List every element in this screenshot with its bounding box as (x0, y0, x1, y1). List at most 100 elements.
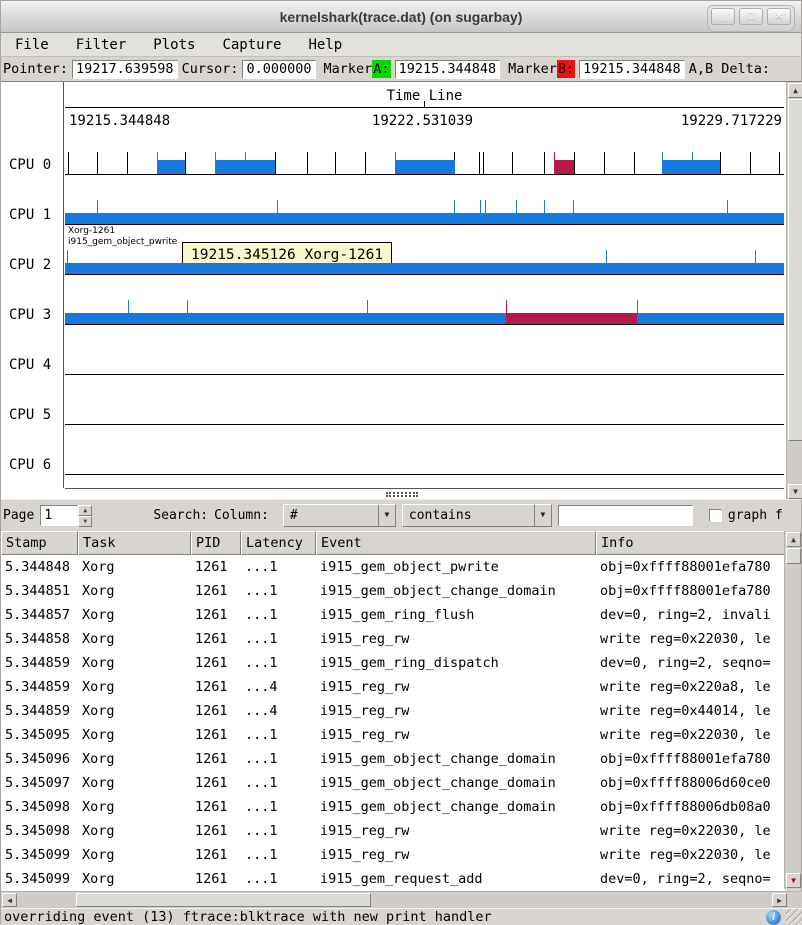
column-select[interactable]: # ▼ (283, 504, 396, 527)
resize-grip-icon[interactable] (786, 909, 802, 925)
event-tick (516, 200, 517, 224)
event-tick (720, 152, 721, 174)
cell: 5.344859 (1, 699, 78, 723)
maximize-button[interactable]: □ (739, 8, 763, 25)
event-tick (483, 152, 484, 174)
page-decrement-icon[interactable]: ▼ (78, 516, 92, 527)
marker-a-value: 19215.344848 (395, 60, 501, 79)
event-tick (307, 152, 308, 174)
cell: write reg=0x22030, le (596, 627, 785, 651)
page-input[interactable]: 1 (40, 505, 78, 526)
graph-vertical-scrollbar[interactable]: ▲ ▼ (786, 82, 802, 500)
chevron-down-icon[interactable]: ▼ (378, 505, 395, 526)
page-spinner[interactable]: 1 ▲ ▼ (40, 505, 92, 526)
table-row[interactable]: 5.345098Xorg1261...1i915_gem_object_chan… (1, 795, 785, 819)
cell: 1261 (191, 627, 241, 651)
table-row[interactable]: 5.345097Xorg1261...1i915_gem_object_chan… (1, 771, 785, 795)
menu-item-capture[interactable]: Capture (218, 36, 285, 54)
search-input[interactable] (558, 505, 693, 526)
cell: 5.345096 (1, 747, 78, 771)
timeline-plot[interactable]: Time Line 19215.344848 19222.531039 1922… (65, 82, 784, 488)
table-scrollbar-thumb[interactable] (786, 548, 801, 564)
event-tick (277, 200, 278, 224)
event-tick (365, 152, 366, 174)
hscrollbar-thumb[interactable] (76, 893, 371, 907)
cell: 5.344859 (1, 651, 78, 675)
menu-item-filter[interactable]: Filter (72, 36, 131, 54)
cell: ...1 (241, 723, 316, 747)
cpu2-event-label: i915_gem_object_pwrite (68, 237, 177, 247)
menu-item-file[interactable]: File (11, 36, 53, 54)
table-row[interactable]: 5.345099Xorg1261...1i915_gem_request_add… (1, 867, 785, 891)
page-increment-icon[interactable]: ▲ (78, 505, 92, 516)
event-bar (65, 313, 784, 324)
event-tick (485, 200, 486, 224)
event-tick (395, 152, 396, 174)
scroll-down-icon[interactable]: ▼ (786, 873, 801, 888)
event-tick (215, 152, 216, 174)
match-select[interactable]: contains ▼ (402, 504, 552, 527)
column-header-pid[interactable]: PID (191, 531, 241, 555)
close-button[interactable]: × (767, 8, 791, 25)
pane-splitter-handle[interactable] (386, 492, 418, 497)
menu-bar: File Filter Plots Capture Help (1, 33, 801, 57)
kernelshark-window: kernelshark(trace.dat) (on sugarbay) _ □… (0, 0, 802, 924)
event-table[interactable]: StampTaskPIDLatencyEventInfo 5.344848Xor… (1, 531, 785, 891)
table-row[interactable]: 5.344859Xorg1261...1i915_gem_ring_dispat… (1, 651, 785, 675)
event-tick (128, 300, 129, 324)
cell: Xorg (78, 819, 191, 843)
table-row[interactable]: 5.344858Xorg1261...1i915_reg_rwwrite reg… (1, 627, 785, 651)
cpu-baseline-3 (65, 324, 784, 325)
table-row[interactable]: 5.345098Xorg1261...1i915_reg_rwwrite reg… (1, 819, 785, 843)
window-controls: _ □ × (707, 5, 795, 32)
scroll-right-icon[interactable]: ▶ (772, 893, 787, 907)
table-row[interactable]: 5.344859Xorg1261...4i915_reg_rwwrite reg… (1, 675, 785, 699)
column-header-stamp[interactable]: Stamp (1, 531, 78, 555)
title-bar[interactable]: kernelshark(trace.dat) (on sugarbay) _ □… (1, 1, 801, 33)
marker-b-badge: B: (557, 60, 575, 78)
cell: i915_reg_rw (316, 819, 596, 843)
scroll-up-icon[interactable]: ▲ (786, 532, 801, 547)
event-tick (97, 200, 98, 224)
cell: ...1 (241, 747, 316, 771)
table-row[interactable]: 5.344851Xorg1261...1i915_gem_object_chan… (1, 579, 785, 603)
table-row[interactable]: 5.344859Xorg1261...4i915_reg_rwwrite reg… (1, 699, 785, 723)
table-row[interactable]: 5.344848Xorg1261...1i915_gem_object_pwri… (1, 555, 785, 579)
search-bar: Page 1 ▲ ▼ Search: Column: # ▼ contains … (1, 499, 801, 531)
cell: 1261 (191, 771, 241, 795)
cpu-baseline-0 (65, 174, 784, 175)
column-header-info[interactable]: Info (596, 531, 785, 555)
scroll-down-icon[interactable]: ▼ (788, 484, 802, 499)
event-tick (662, 152, 663, 174)
scroll-up-icon[interactable]: ▲ (788, 83, 802, 98)
minimize-button[interactable]: _ (711, 8, 735, 25)
cell: 5.345095 (1, 723, 78, 747)
table-row[interactable]: 5.344857Xorg1261...1i915_gem_ring_flushd… (1, 603, 785, 627)
graph-follows-checkbox[interactable] (709, 509, 722, 522)
delta-label: A,B Delta: (689, 61, 770, 77)
chevron-down-icon[interactable]: ▼ (534, 505, 551, 526)
cpu-label-3: CPU 3 (9, 307, 51, 323)
graph-scrollbar-thumb[interactable] (788, 99, 802, 441)
table-vertical-scrollbar[interactable]: ▲ ▼ (784, 531, 801, 889)
column-header-event[interactable]: Event (316, 531, 596, 555)
event-tick (512, 152, 513, 174)
event-tick (480, 200, 481, 224)
cell: obj=0xffff88001efa780 (596, 555, 785, 579)
cell: ...1 (241, 819, 316, 843)
scroll-left-icon[interactable]: ◀ (2, 893, 17, 907)
column-header-latency[interactable]: Latency (241, 531, 316, 555)
table-row[interactable]: 5.345096Xorg1261...1i915_gem_object_chan… (1, 747, 785, 771)
marker-a-label: Marker (324, 61, 373, 77)
cell: 5.344859 (1, 675, 78, 699)
table-row[interactable]: 5.345095Xorg1261...1i915_reg_rwwrite reg… (1, 723, 785, 747)
info-icon[interactable]: i (766, 910, 781, 925)
table-horizontal-scrollbar[interactable]: ◀ ▶ (1, 891, 802, 908)
cell: Xorg (78, 771, 191, 795)
menu-item-plots[interactable]: Plots (149, 36, 199, 54)
cell: 1261 (191, 819, 241, 843)
table-row[interactable]: 5.345099Xorg1261...1i915_reg_rwwrite reg… (1, 843, 785, 867)
cell: ...1 (241, 651, 316, 675)
menu-item-help[interactable]: Help (304, 36, 346, 54)
column-header-task[interactable]: Task (78, 531, 191, 555)
